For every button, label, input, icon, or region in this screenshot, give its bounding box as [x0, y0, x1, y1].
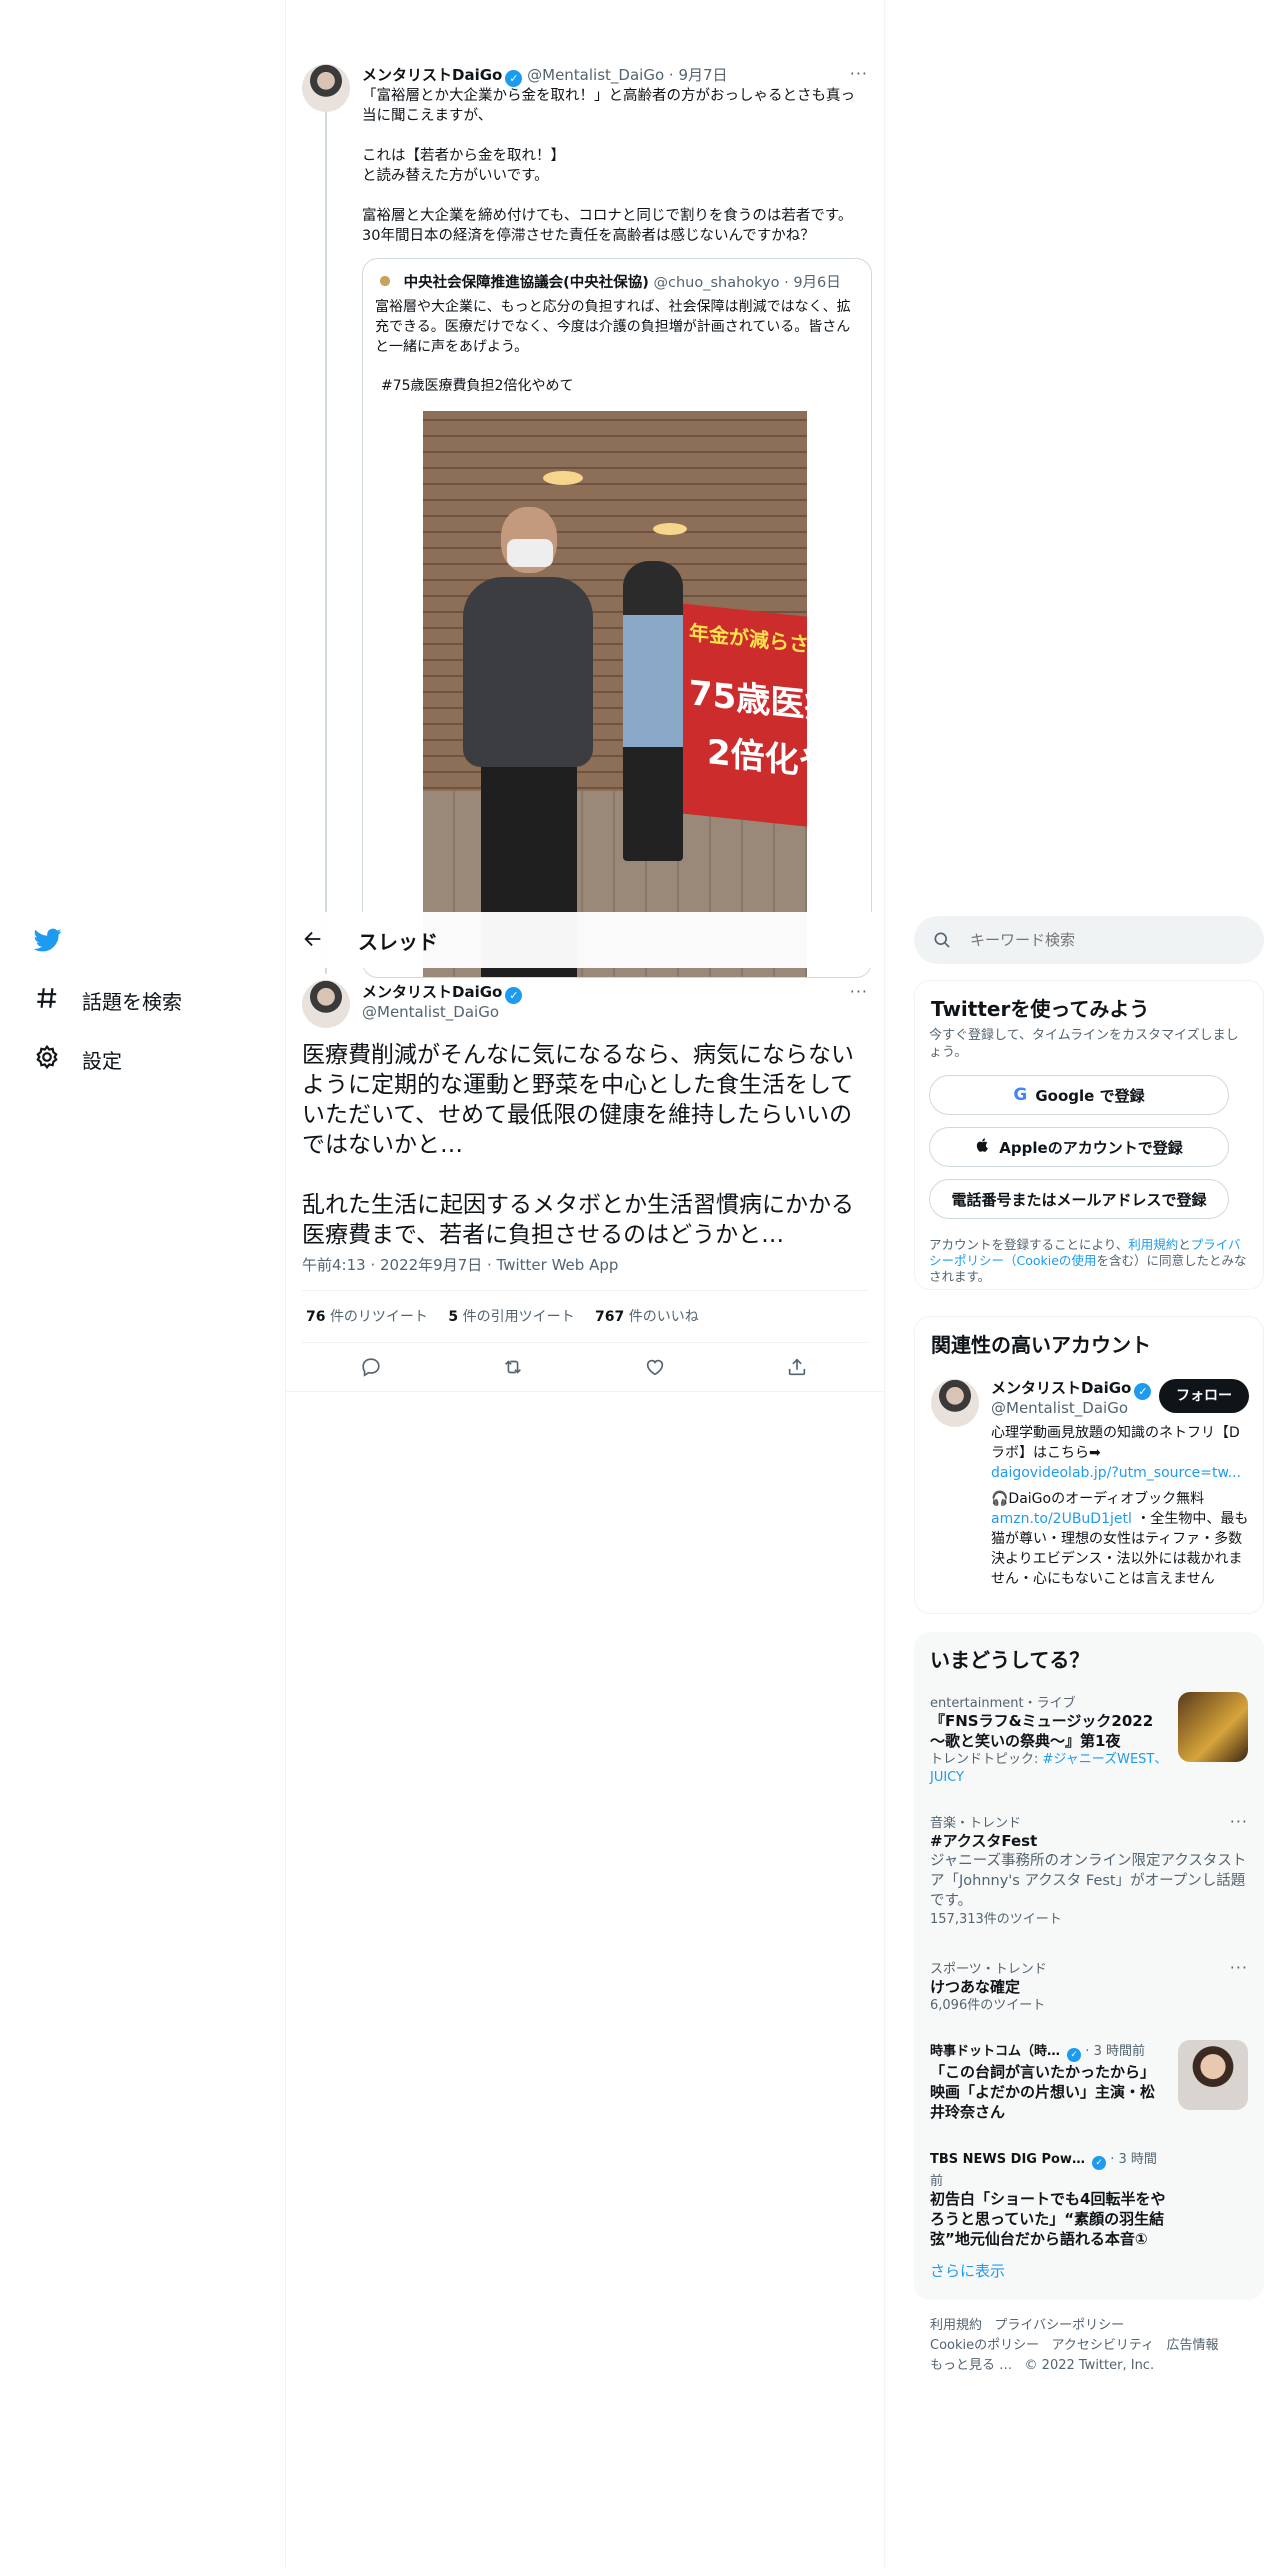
tweet-text: 「富裕層とか大企業から金を取れ！」と高齢者の方がおっしゃるとさも真っ当に聞こえま… [362, 88, 855, 244]
nav-settings[interactable]: 設定 [34, 1044, 122, 1075]
nav-explore-label: 話題を検索 [82, 990, 182, 1014]
quoted-avatar [375, 271, 395, 291]
verified-badge-icon: ✓ [1067, 2048, 1082, 2062]
news-thumbnail [1178, 2040, 1248, 2110]
phone-signup-label: 電話番号またはメールアドレスで登録 [951, 1190, 1207, 1209]
retweet-icon[interactable] [502, 1356, 524, 1382]
google-signup-label: Google で登録 [1035, 1086, 1145, 1105]
signup-subtitle: 今すぐ登録して、タイムラインをカスタマイズしましょう。 [929, 1028, 1239, 1060]
back-arrow-icon[interactable] [302, 928, 326, 952]
nav-explore[interactable]: 話題を検索 [34, 985, 182, 1016]
like-count-link[interactable]: 767 件のいいね [595, 1309, 699, 1325]
phone-email-signup-button[interactable]: 電話番号またはメールアドレスで登録 [929, 1179, 1229, 1219]
verified-badge-icon: ✓ [505, 987, 523, 1004]
author-handle[interactable]: @Mentalist_DaiGo [362, 1003, 499, 1021]
thread-header: スレッド [286, 912, 884, 968]
account-handle[interactable]: @Mentalist_DaiGo [991, 1399, 1128, 1417]
footer-link[interactable]: もっと見る … [930, 2358, 1012, 2373]
trends-card: いまどうしてる？ entertainment・ライブ 『FNSラフ&ミュージック… [914, 1632, 1264, 2300]
bio-link[interactable]: amzn.to/2UBuD1jetl [991, 1511, 1132, 1527]
footer-link[interactable]: 利用規約 [930, 2318, 982, 2333]
account-bio: 心理学動画見放題の知識のネトフリ【Dラボ】はこちら➡ daigovideolab… [991, 1425, 1249, 1587]
avatar[interactable] [302, 980, 350, 1028]
relevant-title: 関連性の高いアカウント [931, 1333, 1151, 1357]
signup-terms: アカウントを登録することにより、利用規約とプライバシーポリシー（Cookieの使… [929, 1237, 1247, 1284]
bio-link[interactable]: daigovideolab.jp/?utm_source=tw... [991, 1463, 1241, 1483]
photo-person-main [463, 507, 593, 977]
quoted-tweet[interactable]: 中央社会保障推進協議会(中央社保協) @chuo_shahokyo · 9月6日… [362, 258, 872, 978]
apple-logo-icon [975, 1137, 991, 1157]
trend-item[interactable]: スポーツ・トレンド けつあな確定 6,096件のツイート [930, 1958, 1250, 2015]
follow-button[interactable]: フォロー [1159, 1379, 1249, 1413]
nav-settings-label: 設定 [82, 1049, 122, 1073]
quoted-author-handle: @chuo_shahokyo [653, 275, 780, 291]
more-options-icon[interactable]: ··· [1230, 1812, 1248, 1831]
author-name[interactable]: メンタリストDaiGo [362, 66, 502, 84]
tweet-text: 医療費削減がそんなに気になるなら、病気にならないように定期的な運動と野菜を中心と… [302, 1042, 854, 1248]
signup-card: Twitterを使ってみよう 今すぐ登録して、タイムラインをカスタマイズしましょ… [914, 980, 1264, 1290]
google-signup-button[interactable]: G Google で登録 [929, 1075, 1229, 1115]
trend-item[interactable]: 音楽・トレンド #アクスタFest ジャニーズ事務所のオンライン限定アクスタスト… [930, 1812, 1250, 1929]
retweet-count-link[interactable]: 76 件のリツイート [306, 1309, 428, 1325]
footer-link[interactable]: アクセシビリティ [1052, 2338, 1155, 2353]
search-box[interactable] [914, 916, 1264, 964]
more-options-icon[interactable]: ··· [850, 64, 868, 83]
footer-link[interactable]: プライバシーポリシー [994, 2318, 1124, 2333]
relevant-accounts-card: 関連性の高いアカウント メンタリストDaiGo ✓ @Mentalist_DaiG… [914, 1316, 1264, 1614]
quoted-author-name: 中央社会保障推進協議会(中央社保協) [403, 275, 649, 291]
apple-signup-button[interactable]: Appleのアカウントで登録 [929, 1127, 1229, 1167]
more-options-icon[interactable]: ··· [850, 982, 868, 1001]
trends-title: いまどうしてる？ [930, 1648, 1090, 1672]
quoted-photo[interactable]: 年金が減らされた 75歳医療費 2倍化やめ [423, 411, 807, 977]
news-item[interactable]: 時事ドットコム（時… ✓ · 3 時間前 「この台詞が言いたかったから」映画「よ… [930, 2040, 1166, 2122]
terms-link[interactable]: 利用規約 [1128, 1237, 1178, 1252]
twitter-logo-icon[interactable] [32, 926, 64, 954]
apple-signup-label: Appleのアカウントで登録 [999, 1138, 1183, 1157]
trend-item[interactable]: entertainment・ライブ 『FNSラフ&ミュージック2022 〜歌と笑… [930, 1692, 1170, 1787]
tweet-timestamp[interactable]: 午前4:13 · 2022年9月7日 · Twitter Web App [302, 1254, 618, 1275]
parent-tweet[interactable]: メンタリストDaiGo ✓ @Mentalist_DaiGo · 9月7日 ···… [286, 50, 884, 978]
tweet-date[interactable]: 9月7日 [678, 66, 727, 84]
account-name[interactable]: メンタリストDaiGo [991, 1379, 1131, 1397]
gear-icon [34, 1044, 60, 1075]
search-input[interactable] [970, 928, 1240, 952]
photo-person [623, 561, 683, 861]
avatar[interactable] [931, 1379, 979, 1427]
like-heart-icon[interactable] [644, 1356, 666, 1382]
quoted-date: 9月6日 [793, 275, 841, 291]
search-icon [932, 930, 952, 954]
avatar[interactable] [302, 64, 350, 112]
verified-badge-icon: ✓ [505, 70, 523, 87]
photo-lamp [653, 523, 687, 535]
hashtag-icon [34, 985, 60, 1016]
footer-link[interactable]: 広告情報 [1167, 2338, 1219, 2353]
verified-badge-icon: ✓ [1092, 2156, 1107, 2170]
verified-badge-icon: ✓ [1134, 1383, 1152, 1400]
share-icon[interactable] [786, 1356, 808, 1382]
focused-tweet: メンタリストDaiGo ✓ @Mentalist_DaiGo ··· 医療費削減が… [286, 968, 884, 1392]
tweet-stats: 76 件のリツイート 5 件の引用ツイート 767 件のいいね [306, 1306, 699, 1326]
footer-links: 利用規約 プライバシーポリシー Cookieのポリシー アクセシビリティ 広告情… [930, 2316, 1260, 2376]
quoted-hashtag: #75歳医療費負担2倍化やめて [381, 378, 574, 394]
quote-count-link[interactable]: 5 件の引用ツイート [448, 1309, 574, 1325]
protest-banner: 年金が減らされた 75歳医療費 2倍化やめ [683, 603, 807, 829]
copyright: © 2022 Twitter, Inc. [1024, 2358, 1155, 2373]
page-title: スレッド [358, 930, 438, 954]
more-options-icon[interactable]: ··· [1230, 1958, 1248, 1977]
reply-icon[interactable] [360, 1356, 382, 1382]
trend-thumbnail [1178, 1692, 1248, 1762]
author-handle[interactable]: @Mentalist_DaiGo [527, 66, 664, 84]
author-name[interactable]: メンタリストDaiGo [362, 983, 502, 1001]
footer-link[interactable]: Cookieのポリシー [930, 2338, 1039, 2353]
follow-button-label: フォロー [1176, 1388, 1232, 1404]
news-item[interactable]: TBS NEWS DIG Pow… ✓ · 3 時間前 初告白「ショートでも4回… [930, 2148, 1166, 2249]
google-g-icon: G [1013, 1085, 1028, 1105]
show-more-link[interactable]: さらに表示 [930, 2260, 1005, 2281]
thread-connector-line [325, 112, 327, 974]
quoted-text: 富裕層や大企業に、もっと応分の負担すれば、社会保障は削減ではなく、拡充できる。医… [375, 299, 851, 355]
signup-title: Twitterを使ってみよう [931, 997, 1150, 1021]
photo-lamp [543, 471, 583, 485]
